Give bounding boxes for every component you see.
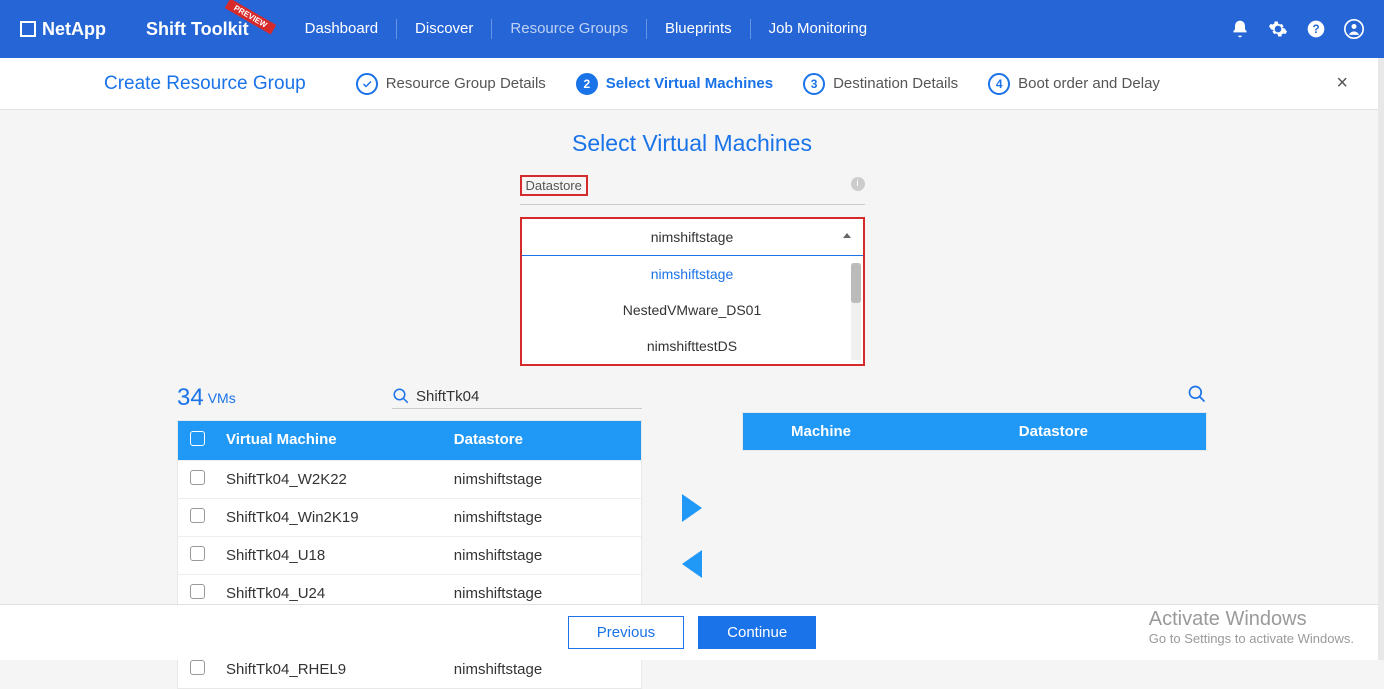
dropdown-selected[interactable]: nimshiftstage [522,219,863,256]
brand-text: NetApp [42,19,106,40]
search-icon[interactable] [1187,384,1207,404]
close-icon[interactable]: × [1336,72,1348,95]
nav-discover[interactable]: Discover [396,19,491,39]
page-scrollbar[interactable] [1378,58,1384,660]
table-row[interactable]: ShiftTk04_Win2K19nimshiftstage [178,498,641,536]
dropdown-option[interactable]: NestedVMware_DS01 [522,292,863,328]
table-header: Virtual Machine Datastore [178,421,641,460]
help-icon[interactable]: ? [1306,19,1326,39]
selected-vms-column: Machine Datastore [742,384,1207,451]
vm-search-input[interactable] [416,388,642,405]
step-destination-details[interactable]: 3 Destination Details [803,73,958,95]
datastore-dropdown[interactable]: nimshiftstage nimshiftstage NestedVMware… [520,217,865,366]
dropdown-options: nimshiftstage NestedVMware_DS01 nimshift… [522,256,863,364]
top-nav-bar: NetApp Shift Toolkit PREVIEW Dashboard D… [0,0,1384,58]
table-header: Machine Datastore [743,413,1206,450]
col-datastore: Datastore [1019,423,1194,440]
check-icon [361,78,373,90]
nav-job-monitoring[interactable]: Job Monitoring [750,19,885,39]
datastore-field: Datastore i [520,175,865,205]
row-checkbox[interactable] [190,546,205,561]
vm-count: 34 [177,384,204,412]
main-content: Select Virtual Machines Datastore i nims… [0,110,1384,689]
col-datastore: Datastore [454,431,629,450]
vm-count-label: VMs [208,390,236,406]
brand-logo: NetApp [20,19,106,40]
step-resource-group-details[interactable]: Resource Group Details [356,73,546,95]
chevron-up-icon [843,233,851,238]
selected-vms-table: Machine Datastore [742,412,1207,451]
dropdown-scrollbar[interactable] [851,263,861,360]
page-heading: Select Virtual Machines [0,130,1384,157]
transfer-arrows [682,494,702,578]
move-left-button[interactable] [682,550,702,578]
wizard-step-bar: Create Resource Group Resource Group Det… [0,58,1384,110]
gear-icon[interactable] [1268,19,1288,39]
wizard-steps: Resource Group Details 2 Select Virtual … [356,73,1160,95]
svg-text:?: ? [1312,23,1319,36]
row-checkbox[interactable] [190,508,205,523]
vm-search-box[interactable] [392,387,642,409]
info-icon[interactable]: i [851,177,865,191]
main-nav: Dashboard Discover Resource Groups Bluep… [287,19,885,39]
dropdown-option[interactable]: nimshifttestDS [522,328,863,364]
col-machine: Machine [791,423,1019,440]
nav-resource-groups[interactable]: Resource Groups [491,19,646,39]
datastore-label: Datastore [520,175,588,196]
bell-icon[interactable] [1230,19,1250,39]
row-checkbox[interactable] [190,660,205,675]
wizard-title: Create Resource Group [104,73,306,95]
dropdown-option[interactable]: nimshiftstage [522,256,863,292]
nav-dashboard[interactable]: Dashboard [287,19,396,39]
step-boot-order-delay[interactable]: 4 Boot order and Delay [988,73,1160,95]
select-all-checkbox[interactable] [190,431,205,446]
search-icon [392,387,410,405]
selected-header-row [742,384,1207,404]
continue-button[interactable]: Continue [698,616,816,649]
table-row[interactable]: ShiftTk04_W2K22nimshiftstage [178,460,641,498]
topbar-actions: ? [1230,19,1364,39]
windows-activation-watermark: Activate Windows Go to Settings to activ… [1149,608,1354,646]
user-icon[interactable] [1344,19,1364,39]
netapp-logo-icon [20,21,36,37]
step-select-virtual-machines[interactable]: 2 Select Virtual Machines [576,73,773,95]
row-checkbox[interactable] [190,584,205,599]
table-row[interactable]: ShiftTk04_U18nimshiftstage [178,536,641,574]
row-checkbox[interactable] [190,470,205,485]
previous-button[interactable]: Previous [568,616,684,649]
col-virtual-machine: Virtual Machine [226,431,454,450]
nav-blueprints[interactable]: Blueprints [646,19,750,39]
move-right-button[interactable] [682,494,702,522]
available-header-row: 34 VMs [177,384,642,412]
product-name: Shift Toolkit PREVIEW [146,19,249,40]
